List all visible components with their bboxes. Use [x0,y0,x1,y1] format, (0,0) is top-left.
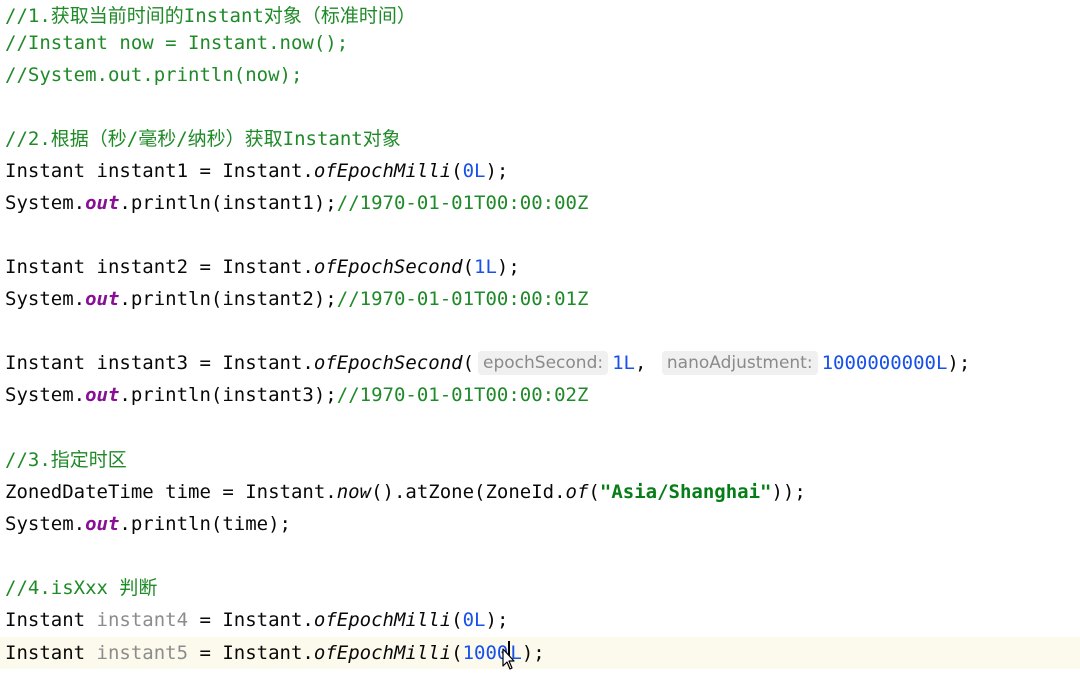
method-name: of [565,481,589,503]
code-text: System. [5,192,86,214]
code-text: ().atZone(ZoneId. [371,481,566,503]
code-text: ( [451,642,463,664]
code-line-21-current[interactable]: Instant instant5 = Instant.ofEpochMilli(… [0,637,1080,669]
code-line-7[interactable]: System.out.println(instant1);//1970-01-0… [0,187,1080,219]
comment: //2.根据（秒/毫秒/纳秒）获取Instant对象 [5,128,401,150]
unused-variable: instant4 [96,609,189,631]
static-field: out [85,384,120,406]
code-line-17[interactable]: System.out.println(time); [0,508,1080,540]
method-name: now [336,481,372,503]
method-name: ofEpochMilli [313,160,452,182]
number-literal: 0L [462,609,486,631]
comment: //1.获取当前时间的Instant对象（标准时间） [5,5,416,27]
number-literal: 1L [474,256,497,278]
code-text: ); [521,642,545,664]
method-name: ofEpochMilli [313,642,452,664]
number-literal: 1L [612,352,635,374]
code-line-2[interactable]: //Instant now = Instant.now(); [0,27,1080,59]
code-text: ( [462,352,475,374]
code-text: ); [485,609,509,631]
parameter-hint: nanoAdjustment: [661,351,818,375]
code-text: Instant [5,642,97,664]
code-line-20[interactable]: Instant instant4 = Instant.ofEpochMilli(… [0,604,1080,636]
code-line-13[interactable]: System.out.println(instant3);//1970-01-0… [0,379,1080,411]
code-text: Instant instant2 = Instant. [5,256,314,278]
code-text: ( [451,160,463,182]
method-name: ofEpochSecond [313,352,463,374]
code-text: .println(instant1); [119,192,337,214]
code-text: ZonedDateTime time = Instant. [5,481,337,503]
code-line-3[interactable]: //System.out.println(now); [0,59,1080,91]
code-text: Instant instant1 = Instant. [5,160,314,182]
mouse-pointer-icon [502,648,515,670]
static-field: out [85,192,120,214]
comment: //1970-01-01T00:00:01Z [336,288,589,310]
comment: //System.out.println(now); [5,64,303,86]
code-line-6[interactable]: Instant instant1 = Instant.ofEpochMilli(… [0,155,1080,187]
code-text: System. [5,513,86,535]
comment: //1970-01-01T00:00:00Z [336,192,589,214]
code-text: System. [5,384,86,406]
code-line-5[interactable]: //2.根据（秒/毫秒/纳秒）获取Instant对象 [0,123,1080,155]
code-line-15[interactable]: //3.指定时区 [0,444,1080,476]
code-text: Instant [5,609,97,631]
static-field: out [85,288,120,310]
number-literal: 0L [462,160,486,182]
code-text: System. [5,288,86,310]
code-text: = Instant. [188,642,314,664]
code-text: .println(time); [119,513,291,535]
code-text: Instant instant3 = Instant. [5,352,314,374]
code-text: .println(instant3); [119,384,337,406]
code-line-12[interactable]: Instant instant3 = Instant.ofEpochSecond… [0,347,1080,379]
static-field: out [85,513,120,535]
method-name: ofEpochMilli [313,609,452,631]
code-text: ); [947,352,971,374]
comment: //4.isXxx 判断 [5,577,158,599]
code-line-9[interactable]: Instant instant2 = Instant.ofEpochSecond… [0,251,1080,283]
comment: //3.指定时区 [5,449,127,471]
code-line-19[interactable]: //4.isXxx 判断 [0,572,1080,604]
code-line-10[interactable]: System.out.println(instant2);//1970-01-0… [0,283,1080,315]
code-text: ); [485,160,509,182]
code-text: ); [496,256,520,278]
code-text: .println(instant2); [119,288,337,310]
code-text: ( [588,481,600,503]
comment: //1970-01-01T00:00:02Z [336,384,589,406]
code-text: ( [462,256,475,278]
method-name: ofEpochSecond [313,256,463,278]
code-text: )); [771,481,806,503]
code-text: ( [451,609,463,631]
string-literal: "Asia/Shanghai" [599,481,772,503]
unused-variable: instant5 [96,642,189,664]
code-editor[interactable]: //1.获取当前时间的Instant对象（标准时间） //Instant now… [0,0,1080,691]
parameter-hint: epochSecond: [478,351,609,375]
code-text: , [634,352,658,374]
comment: //Instant now = Instant.now(); [5,32,349,54]
number-literal: 1000000000L [821,352,948,374]
code-line-16[interactable]: ZonedDateTime time = Instant.now().atZon… [0,476,1080,508]
code-text: = Instant. [188,609,314,631]
